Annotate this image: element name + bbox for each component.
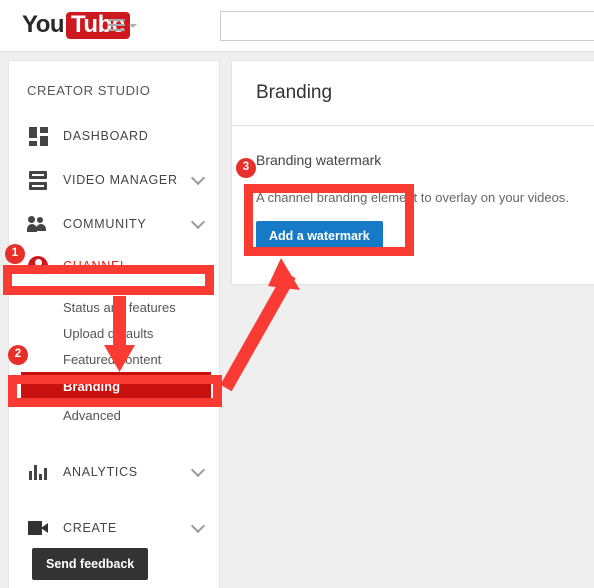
- search-input[interactable]: [220, 11, 594, 41]
- subitem-label: Branding: [63, 378, 121, 394]
- analytics-icon: [27, 461, 49, 483]
- sidebar-item-label: CHANNEL: [63, 259, 128, 273]
- chevron-down-icon[interactable]: [190, 170, 206, 186]
- chevron-down-icon[interactable]: [190, 462, 206, 478]
- add-watermark-button[interactable]: Add a watermark: [256, 221, 383, 251]
- chevron-down-icon[interactable]: [129, 24, 137, 28]
- section-description: A channel branding element to overlay on…: [256, 190, 569, 205]
- sidebar-item-create[interactable]: CREATE: [9, 506, 219, 550]
- app-root: You Tube CREATOR STUDIO DASHBOARD VIDEO …: [0, 0, 594, 588]
- community-icon: [27, 213, 49, 235]
- sidebar-subitem-upload-defaults[interactable]: Upload defaults: [9, 320, 219, 346]
- sidebar-item-channel[interactable]: CHANNEL: [9, 246, 219, 286]
- sidebar-item-label: VIDEO MANAGER: [63, 173, 178, 187]
- page-title: Branding: [256, 82, 333, 103]
- subitem-label: Advanced: [63, 407, 121, 423]
- sidebar-subitem-advanced[interactable]: Advanced: [9, 402, 219, 428]
- channel-submenu: Status and features Upload defaults Feat…: [9, 286, 219, 428]
- sidebar-subitem-featured-content[interactable]: Featured content: [9, 346, 219, 372]
- send-feedback-button[interactable]: Send feedback: [32, 548, 149, 580]
- chevron-down-icon[interactable]: [190, 518, 206, 534]
- sidebar-item-label: DASHBOARD: [63, 129, 149, 143]
- channel-avatar-icon: [27, 255, 49, 277]
- subitem-label: Status and features: [63, 299, 176, 315]
- sidebar-subitem-branding[interactable]: Branding: [21, 372, 211, 400]
- section-title: Branding watermark: [256, 152, 382, 168]
- subitem-label: Featured content: [63, 351, 162, 367]
- create-icon: [27, 517, 49, 539]
- hamburger-menu-icon[interactable]: [108, 19, 125, 31]
- sidebar-item-analytics[interactable]: ANALYTICS: [9, 450, 219, 494]
- sidebar-item-dashboard[interactable]: DASHBOARD: [9, 114, 219, 158]
- video-manager-icon: [27, 169, 49, 191]
- sidebar-item-label: ANALYTICS: [63, 465, 138, 479]
- subitem-label: Upload defaults: [63, 325, 154, 341]
- masthead: You Tube: [0, 0, 594, 52]
- sidebar-item-community[interactable]: COMMUNITY: [9, 202, 219, 246]
- sidebar-item-video-manager[interactable]: VIDEO MANAGER: [9, 158, 219, 202]
- logo-you-text: You: [22, 11, 65, 38]
- branding-panel: Branding watermark A channel branding el…: [231, 126, 594, 285]
- page-header: Branding: [231, 60, 594, 126]
- guide-toggle-button[interactable]: [108, 19, 137, 31]
- main-content: Branding Branding watermark A channel br…: [231, 60, 594, 285]
- sidebar-item-label: CREATE: [63, 521, 117, 535]
- chevron-down-icon[interactable]: [190, 214, 206, 230]
- dashboard-icon: [27, 125, 49, 147]
- sidebar-item-label: COMMUNITY: [63, 217, 147, 231]
- sidebar-title: CREATOR STUDIO: [27, 83, 151, 98]
- sidebar-subitem-status-and-features[interactable]: Status and features: [9, 294, 219, 320]
- creator-studio-sidebar: CREATOR STUDIO DASHBOARD VIDEO MANAGER C…: [8, 60, 220, 588]
